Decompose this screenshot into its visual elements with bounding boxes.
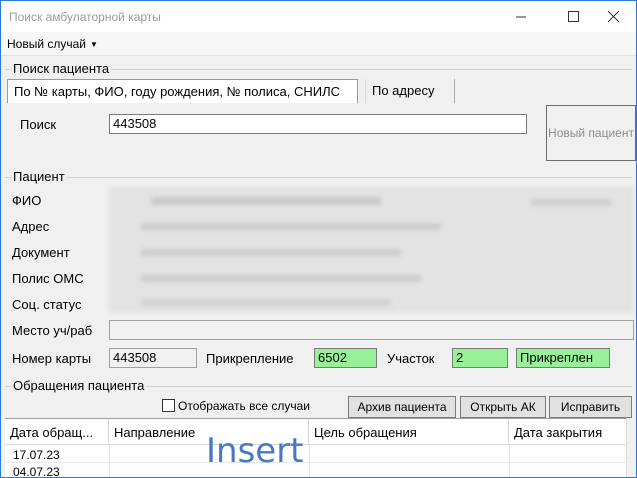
new-case-menu[interactable]: Новый случай ▼ [7,37,98,51]
new-case-menu-label: Новый случай [7,37,87,51]
redacted-text-line [141,299,391,306]
show-all-checkbox[interactable] [162,399,175,412]
row-divider [5,462,626,463]
redacted-text-line [141,275,421,282]
minimize-button[interactable] [498,1,544,32]
open-card-button[interactable]: Открыть АК [460,396,546,418]
title-bar: Поиск амбулаторной карты [1,1,636,32]
new-patient-button[interactable]: Новый пациент [546,105,636,161]
show-all-label: Отображать все случаи [178,399,310,413]
maximize-icon [567,11,579,22]
redacted-text-line [531,199,611,206]
search-input[interactable]: 443508 [109,114,527,134]
patient-section-label: Пациент [11,169,67,184]
close-button[interactable] [590,1,636,32]
app-window: Поиск амбулаторной карты Новый случай ▼ П… [0,0,637,478]
archive-button[interactable]: Архив пациента [348,396,456,418]
table-row-date[interactable]: 04.07.23 [13,465,60,477]
insert-overlay-text: Insert [206,431,304,471]
fix-button[interactable]: Исправить [549,396,632,418]
patient-section-divider [5,177,632,178]
redacted-text-line [141,249,401,256]
attach-field: 6502 [314,348,377,368]
visits-table: Дата обращ... Направление Цель обращения… [5,418,626,477]
area-field: 2 [452,348,508,368]
address-label: Адрес [12,219,50,234]
search-label: Поиск [20,117,57,132]
tab-by-card[interactable]: По № карты, ФИО, году рождения, № полиса… [7,79,358,103]
place-label: Место уч/раб [12,323,93,338]
redacted-text-line [141,223,441,230]
search-section-label: Поиск пациента [11,61,112,76]
attach-label: Прикрепление [206,351,294,366]
menu-bar: Новый случай ▼ [1,32,636,56]
window-title: Поиск амбулаторной карты [9,10,161,24]
policy-label: Полис ОМС [12,271,84,286]
document-label: Документ [12,245,70,260]
redacted-text-line [151,197,381,205]
tab-by-address[interactable]: По адресу [365,79,455,103]
area-label: Участок [387,351,435,366]
dropdown-arrow-icon: ▼ [90,40,98,49]
column-header-purpose[interactable]: Цель обращения [309,419,509,445]
social-status-label: Соц. статус [12,297,82,312]
visits-section-label: Обращения пациента [11,378,147,393]
table-scrollbar[interactable] [626,418,636,477]
close-icon [607,11,619,22]
place-field [109,320,634,340]
card-number-field: 443508 [109,348,197,368]
column-header-close-date[interactable]: Дата закрытия [509,419,626,445]
card-number-label: Номер карты [12,351,92,366]
table-row-date[interactable]: 17.07.23 [13,448,60,462]
fio-label: ФИО [12,193,42,208]
column-header-date[interactable]: Дата обращ... [5,419,109,445]
minimize-icon [516,16,526,17]
attach-status-field: Прикреплен [516,348,610,368]
